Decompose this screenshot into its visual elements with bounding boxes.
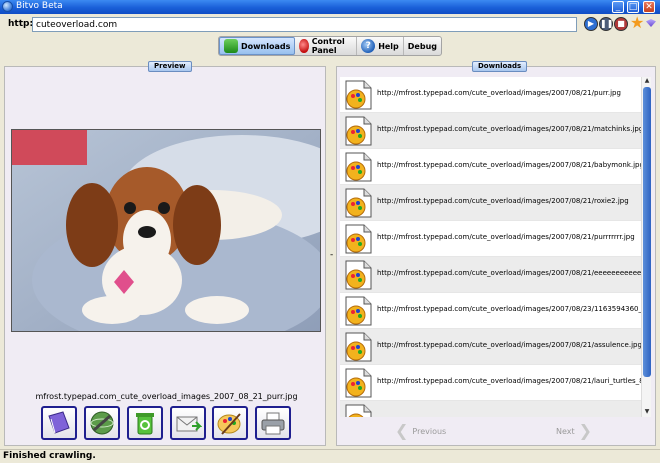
list-item[interactable]: http://mfrost.typepad.com/cute_overload/…	[340, 149, 641, 185]
chevron-right-icon: ❯	[578, 421, 593, 440]
image-file-icon	[345, 224, 372, 254]
help-icon: ?	[361, 39, 376, 53]
scroll-down-icon[interactable]: ▼	[642, 408, 652, 416]
gem-icon[interactable]	[646, 19, 656, 27]
scroll-thumb[interactable]	[643, 87, 651, 377]
image-file-icon	[345, 116, 372, 146]
preview-image	[11, 129, 321, 332]
recycle-button[interactable]	[127, 406, 163, 440]
scroll-up-icon[interactable]: ▲	[642, 77, 652, 85]
url-bar: http:// ▶ ❚❚ ■ ★	[0, 14, 660, 36]
email-button[interactable]	[170, 406, 206, 440]
printer-icon	[261, 412, 285, 435]
tab-label: Downloads	[241, 41, 291, 51]
window-title: Bitvo Beta	[16, 1, 63, 11]
chevron-left-icon: ❮	[395, 421, 409, 440]
status-bar: Finished crawling.	[0, 449, 660, 463]
image-file-icon	[345, 332, 372, 362]
tab-control-panel[interactable]: Control Panel	[295, 37, 358, 55]
globe-button[interactable]	[84, 406, 120, 440]
download-url: http://mfrost.typepad.com/cute_overload/…	[377, 161, 641, 169]
list-item[interactable]: http://mfrost.typepad.com/cute_overload/…	[340, 365, 641, 401]
list-item[interactable]: http://mfrost.typepad.com/cute_overload/…	[340, 293, 641, 329]
download-url: http://mfrost.typepad.com/cute_overload/…	[377, 305, 641, 313]
globe-icon	[90, 411, 114, 435]
image-file-icon	[345, 188, 372, 218]
preview-caption: mfrost.typepad.com_cute_overload_images_…	[35, 392, 298, 401]
download-url: http://mfrost.typepad.com/cute_overload/…	[377, 89, 621, 97]
next-label: Next	[556, 426, 575, 436]
list-item[interactable]: http://mfrost.typepad.com/cute_overload/…	[340, 221, 641, 257]
list-item[interactable]	[340, 401, 641, 417]
minimize-button[interactable]: _	[612, 1, 624, 13]
book-icon	[48, 411, 70, 434]
book-button[interactable]	[41, 406, 77, 440]
tab-label: Control Panel	[311, 37, 345, 55]
preview-panel-label: Preview	[148, 61, 192, 72]
image-file-icon	[345, 368, 372, 398]
print-button[interactable]	[255, 406, 291, 440]
recycle-bin-icon	[136, 413, 154, 435]
tab-downloads[interactable]: Downloads	[219, 37, 296, 55]
stop-icon[interactable]: ■	[614, 17, 628, 31]
url-input[interactable]	[32, 17, 577, 32]
downloads-icon	[224, 39, 238, 53]
go-icon[interactable]: ▶	[584, 17, 598, 31]
app-icon	[2, 1, 13, 12]
list-item[interactable]: http://mfrost.typepad.com/cute_overload/…	[340, 77, 641, 113]
pause-icon[interactable]: ❚❚	[599, 17, 613, 31]
image-file-icon	[345, 260, 372, 290]
puppy-photo-icon	[12, 130, 320, 331]
paint-button[interactable]	[212, 406, 248, 440]
list-item[interactable]: http://mfrost.typepad.com/cute_overload/…	[340, 329, 641, 365]
download-url: http://mfrost.typepad.com/cute_overload/…	[377, 125, 641, 133]
main-tabbar: Downloads Control Panel ? Help Debug	[218, 36, 442, 56]
tab-label: Debug	[407, 41, 437, 51]
image-file-icon	[345, 80, 372, 110]
tab-label: Help	[378, 41, 399, 51]
downloads-scrollbar[interactable]: ▲ ▼	[641, 77, 651, 417]
image-file-icon	[345, 404, 372, 417]
download-url: http://mfrost.typepad.com/cute_overload/…	[377, 377, 641, 385]
tab-help[interactable]: ? Help	[357, 37, 404, 55]
tab-debug[interactable]: Debug	[404, 37, 441, 55]
maximize-button[interactable]: □	[627, 1, 639, 13]
download-url: http://mfrost.typepad.com/cute_overload/…	[377, 233, 635, 241]
star-icon[interactable]: ★	[630, 15, 644, 31]
download-url: http://mfrost.typepad.com/cute_overload/…	[377, 197, 629, 205]
list-item[interactable]: http://mfrost.typepad.com/cute_overload/…	[340, 185, 641, 221]
status-text: Finished crawling.	[3, 451, 96, 461]
palette-icon	[217, 413, 241, 435]
list-item[interactable]: http://mfrost.typepad.com/cute_overload/…	[340, 257, 641, 293]
image-file-icon	[345, 296, 372, 326]
panel-divider[interactable]: -	[330, 250, 333, 260]
list-item[interactable]: http://mfrost.typepad.com/cute_overload/…	[340, 113, 641, 149]
image-file-icon	[345, 152, 372, 182]
previous-button[interactable]: ❮ Previous	[395, 421, 447, 440]
downloads-list: http://mfrost.typepad.com/cute_overload/…	[340, 77, 641, 417]
previous-label: Previous	[412, 426, 447, 436]
envelope-icon	[176, 416, 202, 432]
downloads-panel-label: Downloads	[472, 61, 528, 72]
title-bar: Bitvo Beta _ □ ✕	[0, 0, 660, 14]
download-url: http://mfrost.typepad.com/cute_overload/…	[377, 269, 641, 277]
download-url: http://mfrost.typepad.com/cute_overload/…	[377, 341, 641, 349]
heart-icon	[299, 39, 309, 53]
close-button[interactable]: ✕	[643, 1, 655, 13]
next-button[interactable]: Next ❯	[556, 421, 593, 440]
